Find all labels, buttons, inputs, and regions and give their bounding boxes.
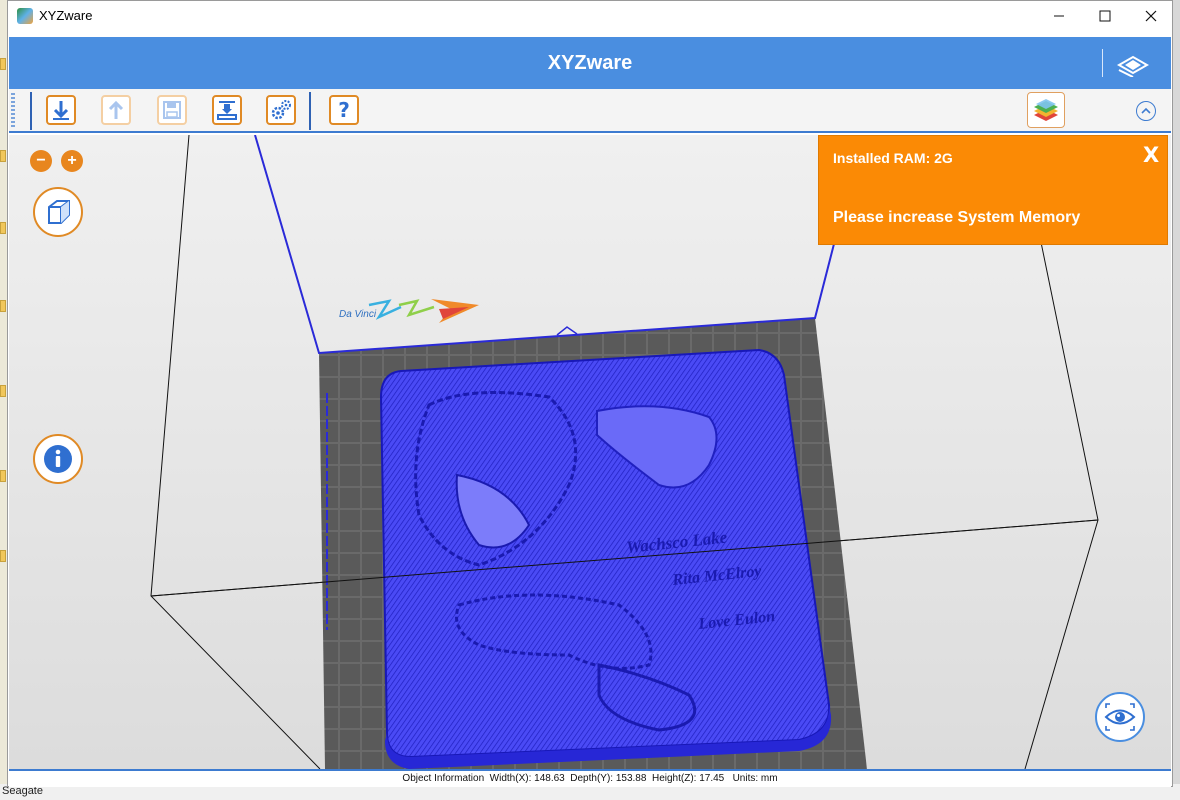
save-disk-icon	[163, 101, 181, 119]
eye-icon	[1104, 703, 1136, 731]
status-bar: Object Information Width(X): 148.63 Dept…	[9, 769, 1171, 787]
minimize-icon	[1054, 15, 1064, 17]
svg-text:Da Vinci: Da Vinci	[339, 309, 377, 320]
zoom-out-button[interactable]: −	[30, 150, 52, 172]
layers-stack-icon	[1034, 99, 1058, 121]
desktop-icon	[0, 385, 6, 397]
memory-warning-text: Please increase System Memory	[833, 209, 1081, 226]
toolbar: ?	[9, 89, 1171, 133]
toolbar-grip[interactable]	[11, 93, 15, 129]
build-volume-edge	[150, 135, 321, 769]
cube-icon	[48, 200, 70, 224]
settings-button[interactable]	[266, 95, 296, 125]
desktop-icon	[0, 58, 6, 70]
view-cube-button[interactable]	[33, 187, 83, 237]
object-information-text: Object Information Width(X): 148.63 Dept…	[402, 773, 778, 784]
front-marker	[556, 326, 578, 336]
printer-icon	[217, 101, 237, 120]
maximize-icon	[1099, 10, 1111, 22]
desktop-icon	[0, 150, 6, 162]
info-icon	[44, 445, 72, 473]
question-mark-icon: ?	[338, 98, 350, 122]
layers-button[interactable]	[1027, 92, 1065, 128]
installed-ram-text: Installed RAM: 2G	[833, 150, 953, 166]
plus-icon: +	[67, 152, 77, 169]
toolbar-separator	[30, 92, 32, 130]
minus-icon: −	[36, 152, 46, 169]
build-volume-top	[254, 135, 837, 355]
xyz-logo-icon	[1116, 55, 1150, 77]
app-title: XYZware	[547, 52, 633, 74]
close-window-button[interactable]	[1128, 1, 1174, 31]
header-divider	[1102, 49, 1103, 77]
object-info-button[interactable]	[33, 434, 83, 484]
window-titlebar[interactable]: XYZware	[8, 1, 1172, 31]
close-notification-button[interactable]: X	[1143, 143, 1159, 167]
desktop-icon	[0, 470, 6, 482]
maximize-button[interactable]	[1082, 1, 1128, 31]
import-button[interactable]	[46, 95, 76, 125]
view-toggle-button[interactable]	[1095, 692, 1145, 742]
help-button[interactable]: ?	[329, 95, 359, 125]
desktop-icon	[0, 300, 6, 312]
save-button[interactable]	[157, 95, 187, 125]
collapse-toolbar-button[interactable]	[1136, 101, 1156, 121]
export-up-arrow-icon	[108, 100, 124, 119]
desktop-icon	[0, 222, 6, 234]
davinci-logo: Da Vinci	[339, 299, 479, 323]
app-window: XYZware XYZware ? Wachsco Lake Rita McEl…	[7, 0, 1173, 787]
export-button[interactable]	[101, 95, 131, 125]
window-title: XYZware	[39, 8, 93, 23]
chevron-up-icon	[1141, 107, 1151, 114]
app-header: XYZware	[9, 37, 1171, 89]
toolbar-separator	[309, 92, 311, 130]
memory-warning-banner: Installed RAM: 2G Please increase System…	[818, 135, 1168, 245]
desktop-icon	[0, 550, 6, 562]
print-button[interactable]	[212, 95, 242, 125]
app-icon	[17, 8, 33, 24]
close-icon	[1145, 10, 1157, 22]
minimize-button[interactable]	[1036, 1, 1082, 31]
zoom-in-button[interactable]: +	[61, 150, 83, 172]
import-down-arrow-icon	[53, 101, 69, 120]
gears-icon	[271, 100, 291, 120]
